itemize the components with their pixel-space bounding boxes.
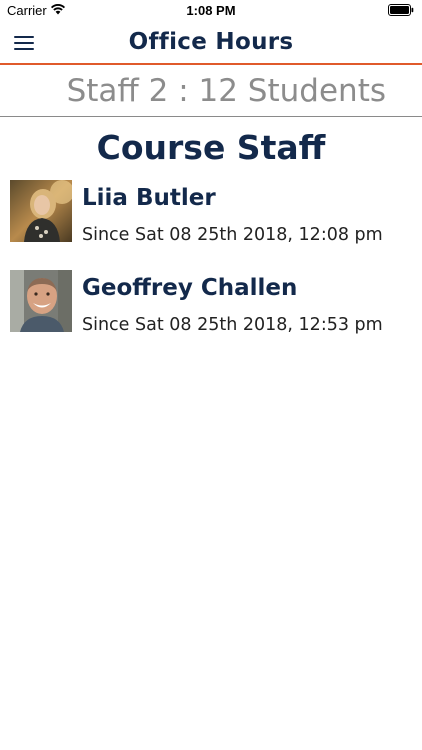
nav-bar: Office Hours xyxy=(0,22,422,65)
section-title: Course Staff xyxy=(96,128,326,167)
page-title: Office Hours xyxy=(128,29,294,55)
staff-student-ratio: Staff 2 : 12 Students xyxy=(66,73,386,109)
staff-list-item[interactable]: Geoffrey Challen Since Sat 08 25th 2018,… xyxy=(10,270,410,335)
staff-list-item[interactable]: Liia Butler Since Sat 08 25th 2018, 12:0… xyxy=(10,180,410,245)
avatar xyxy=(10,180,72,242)
staff-name: Liia Butler xyxy=(82,185,216,211)
status-bar: Carrier 1:08 PM xyxy=(0,0,422,22)
status-time: 1:08 PM xyxy=(186,3,236,18)
staff-since-time: Since Sat 08 25th 2018, 12:08 pm xyxy=(82,225,383,245)
battery-icon xyxy=(388,4,414,16)
avatar xyxy=(10,270,72,332)
staff-since-time: Since Sat 08 25th 2018, 12:53 pm xyxy=(82,315,383,335)
queue-counter: Staff 2 : 12 Students xyxy=(0,65,422,117)
staff-name: Geoffrey Challen xyxy=(82,275,298,301)
